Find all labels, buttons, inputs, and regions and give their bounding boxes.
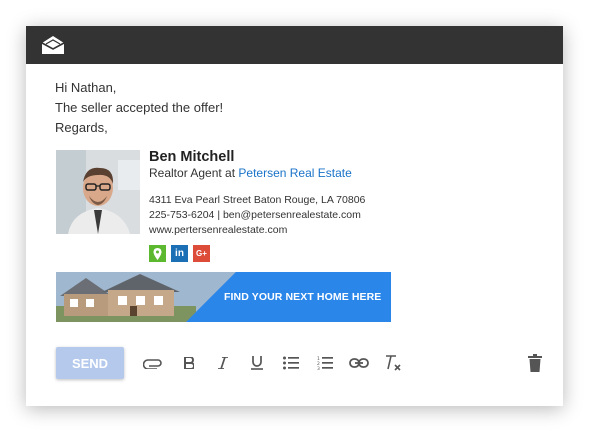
send-button[interactable]: SEND (56, 347, 124, 379)
website-link[interactable]: www.pertersenrealestate.com (149, 224, 287, 236)
signature-banner[interactable]: FIND YOUR NEXT HOME HERE (56, 272, 391, 322)
link-icon[interactable] (349, 353, 369, 373)
bulleted-list-icon[interactable] (281, 353, 301, 373)
numbered-list-icon[interactable]: 123 (315, 353, 335, 373)
underline-icon[interactable] (247, 353, 267, 373)
avatar (56, 150, 140, 234)
signature-contact: 225-753-6204 | ben@petersenrealestate.co… (149, 209, 361, 221)
envelope-open-icon (41, 36, 65, 54)
signature-address: 4311 Eva Pearl Street Baton Rouge, LA 70… (149, 194, 366, 206)
signature-title: Realtor Agent at Petersen Real Estate (149, 166, 352, 180)
bold-icon[interactable] (179, 353, 199, 373)
message-text: The seller accepted the offer! (55, 100, 224, 115)
trash-icon[interactable] (525, 353, 545, 373)
map-pin-icon[interactable] (149, 245, 166, 262)
svg-text:3: 3 (317, 366, 320, 370)
attach-icon[interactable] (143, 353, 163, 373)
signature-name: Ben Mitchell (149, 149, 235, 165)
linkedin-icon[interactable]: in (171, 245, 188, 262)
italic-icon[interactable] (213, 353, 233, 373)
closing-text: Regards, (55, 120, 108, 135)
company-link[interactable]: Petersen Real Estate (238, 166, 351, 180)
compose-toolbar: SEND 123 (26, 344, 563, 384)
google-plus-icon[interactable]: G+ (193, 245, 210, 262)
signature-email[interactable]: ben@petersenrealestate.com (223, 209, 361, 221)
contact-separator: | (217, 209, 221, 221)
clear-format-icon[interactable] (383, 353, 403, 373)
email-body[interactable]: Hi Nathan, The seller accepted the offer… (55, 78, 223, 138)
signature-title-prefix: Realtor Agent at (149, 166, 236, 180)
banner-cta-text: FIND YOUR NEXT HOME HERE (224, 291, 382, 303)
email-compose-window: Hi Nathan, The seller accepted the offer… (26, 26, 563, 406)
greeting-text: Hi Nathan, (55, 80, 117, 95)
signature-phone: 225-753-6204 (149, 209, 215, 221)
titlebar (26, 26, 563, 64)
